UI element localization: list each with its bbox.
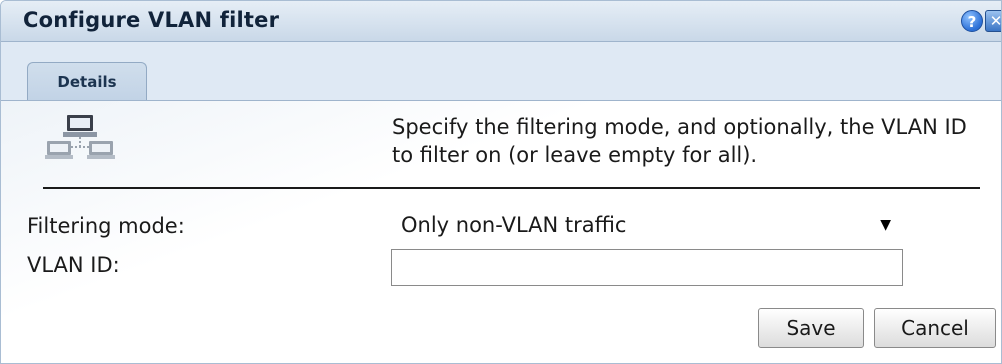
chevron-down-icon[interactable]: ▼ (880, 210, 891, 240)
vlan-id-input[interactable] (391, 249, 903, 286)
vlan-id-label: VLAN ID: (27, 253, 120, 277)
filtering-mode-value: Only non-VLAN traffic (401, 213, 627, 237)
dialog-title: Configure VLAN filter (23, 8, 280, 32)
cancel-button[interactable]: Cancel (874, 308, 996, 348)
filtering-mode-label: Filtering mode: (27, 214, 185, 238)
title-bar: Configure VLAN filter ? ✕ (1, 1, 1001, 42)
section-divider (43, 187, 980, 189)
help-icon[interactable]: ? (961, 10, 983, 32)
tab-strip: Details (1, 42, 1001, 101)
save-button[interactable]: Save (758, 308, 864, 348)
network-computers-icon (45, 115, 115, 159)
close-icon[interactable]: ✕ (985, 10, 1001, 32)
configure-vlan-filter-dialog: Configure VLAN filter ? ✕ Details Specif… (0, 0, 1002, 364)
tab-details[interactable]: Details (27, 62, 147, 100)
instructions-text: Specify the filtering mode, and optional… (392, 115, 967, 167)
filtering-mode-select[interactable]: Only non-VLAN traffic ▼ (391, 210, 901, 240)
